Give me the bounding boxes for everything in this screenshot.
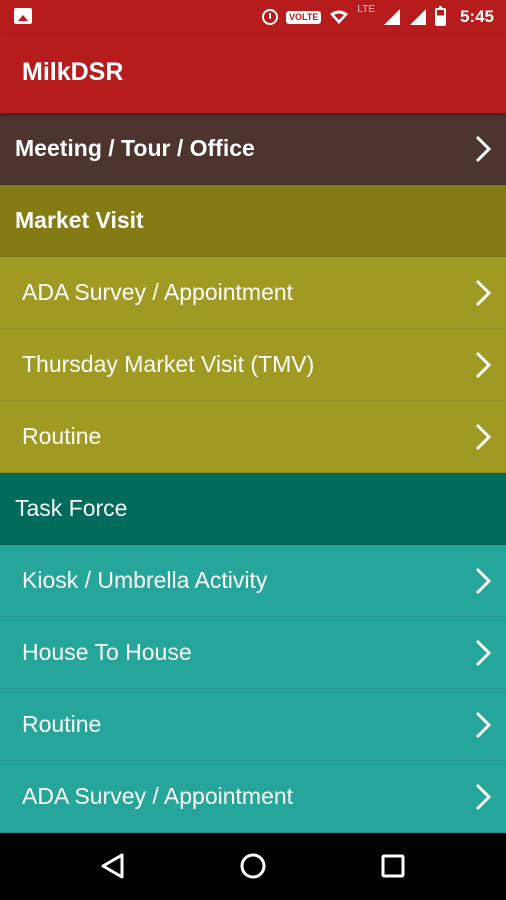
menu-item-task-ada-survey[interactable]: ADA Survey / Appointment — [0, 761, 506, 833]
network-type-label: LTE — [357, 4, 375, 15]
menu-item-meeting-tour-office[interactable]: Meeting / Tour / Office — [0, 113, 506, 185]
menu-item-label: Routine — [22, 423, 102, 449]
chevron-right-icon — [474, 135, 492, 163]
menu-item-thursday-market-visit[interactable]: Thursday Market Visit (TMV) — [0, 329, 506, 401]
app-title: MilkDSR — [22, 58, 124, 86]
status-bar: VOLTE LTE 5:45 — [0, 0, 506, 34]
section-header-label: Task Force — [15, 495, 128, 521]
status-icons: VOLTE LTE — [262, 4, 446, 28]
menu-item-market-ada-survey[interactable]: ADA Survey / Appointment — [0, 257, 506, 329]
section-header-label: Market Visit — [15, 207, 144, 233]
recents-icon[interactable] — [377, 850, 409, 882]
home-icon[interactable] — [237, 850, 269, 882]
back-icon[interactable] — [97, 850, 129, 882]
menu-item-label: Kiosk / Umbrella Activity — [22, 567, 268, 593]
chevron-right-icon — [474, 783, 492, 811]
menu-item-label: ADA Survey / Appointment — [22, 279, 294, 305]
signal-icon — [409, 8, 427, 26]
navigation-bar — [0, 833, 506, 900]
menu-item-label: Thursday Market Visit (TMV) — [22, 351, 315, 377]
section-header-task-force: Task Force — [0, 473, 506, 545]
menu-item-house-to-house[interactable]: House To House — [0, 617, 506, 689]
app-bar: MilkDSR — [0, 34, 506, 113]
menu-item-task-routine[interactable]: Routine — [0, 689, 506, 761]
image-icon — [14, 8, 32, 24]
menu-item-market-routine[interactable]: Routine — [0, 401, 506, 473]
battery-icon — [435, 6, 446, 26]
alarm-icon — [262, 9, 279, 25]
menu-list: Meeting / Tour / Office Market Visit ADA… — [0, 113, 506, 833]
menu-item-label: Routine — [22, 711, 102, 737]
wifi-icon — [329, 9, 349, 25]
chevron-right-icon — [474, 351, 492, 379]
menu-item-label: House To House — [22, 639, 192, 665]
menu-item-kiosk-umbrella[interactable]: Kiosk / Umbrella Activity — [0, 545, 506, 617]
chevron-right-icon — [474, 711, 492, 739]
chevron-right-icon — [474, 279, 492, 307]
chevron-right-icon — [474, 567, 492, 595]
chevron-right-icon — [474, 639, 492, 667]
signal-icon — [383, 8, 401, 26]
chevron-right-icon — [474, 423, 492, 451]
menu-item-label: Meeting / Tour / Office — [15, 135, 255, 161]
status-time: 5:45 — [459, 7, 494, 26]
menu-item-label: ADA Survey / Appointment — [22, 783, 294, 809]
section-header-market-visit: Market Visit — [0, 185, 506, 257]
volte-icon: VOLTE — [286, 10, 322, 24]
